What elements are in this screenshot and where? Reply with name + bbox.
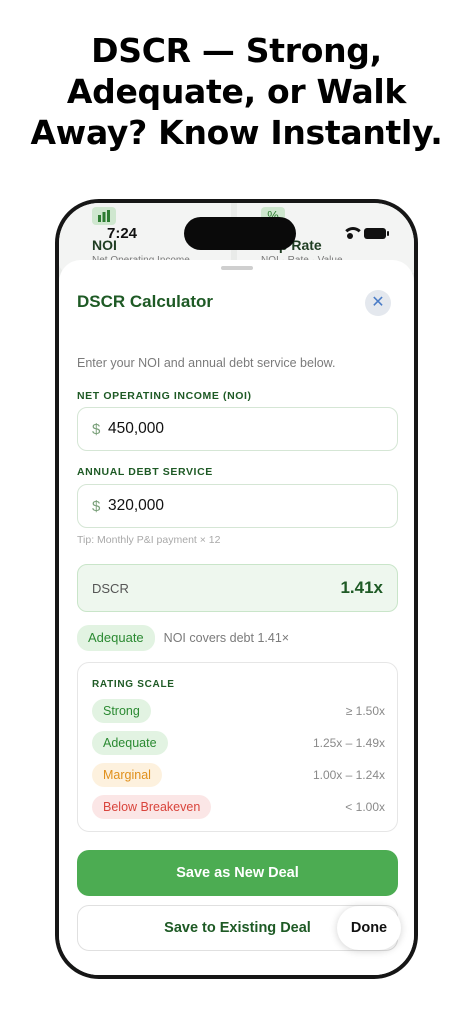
currency-symbol: $ <box>92 498 101 515</box>
rating-scale: RATING SCALE Strong ≥ 1.50x Adequate 1.2… <box>77 662 398 832</box>
dscr-result-label: DSCR <box>92 581 129 596</box>
rating-range: < 1.00x <box>345 800 385 814</box>
intro-text: Enter your NOI and annual debt service b… <box>77 356 336 370</box>
dscr-result: DSCR 1.41x <box>77 564 398 612</box>
noi-label: NET OPERATING INCOME (NOI) <box>77 390 252 402</box>
dscr-calculator-sheet: DSCR Calculator ✕ Enter your NOI and ann… <box>59 260 414 975</box>
rating-range: 1.25x – 1.49x <box>312 736 385 750</box>
rating-row-below-breakeven: Below Breakeven < 1.00x <box>92 795 385 819</box>
noi-input[interactable]: $ 450,000 <box>77 407 398 451</box>
dynamic-island <box>184 217 296 250</box>
rating-row-strong: Strong ≥ 1.50x <box>92 699 385 723</box>
bar-chart-icon <box>92 207 116 225</box>
headline-line-1: DSCR — Strong, <box>91 31 382 70</box>
rating-scale-title: RATING SCALE <box>92 679 175 690</box>
dscr-status: Adequate NOI covers debt 1.41× <box>77 625 289 651</box>
debt-service-input[interactable]: $ 320,000 <box>77 484 398 528</box>
battery-icon <box>364 227 389 239</box>
noi-value: 450,000 <box>108 420 165 437</box>
status-badge: Adequate <box>77 625 155 651</box>
sheet-title: DSCR Calculator <box>77 292 214 311</box>
rating-badge: Marginal <box>92 763 162 787</box>
currency-symbol: $ <box>92 421 101 438</box>
status-text: NOI covers debt 1.41× <box>163 631 290 645</box>
rating-range: ≥ 1.50x <box>345 704 385 718</box>
status-time: 7:24 <box>107 225 138 242</box>
status-icons <box>342 227 389 239</box>
rating-range: 1.00x – 1.24x <box>312 768 385 782</box>
done-button[interactable]: Done <box>337 906 401 950</box>
close-button[interactable]: ✕ <box>365 290 391 316</box>
tip-text: Tip: Monthly P&I payment × 12 <box>77 534 221 546</box>
headline-line-3: Away? Know Instantly. <box>30 113 443 152</box>
marketing-headline: DSCR — Strong, Adequate, or Walk Away? K… <box>0 30 473 153</box>
sheet-grabber[interactable] <box>221 266 253 270</box>
rating-badge: Below Breakeven <box>92 795 212 819</box>
rating-badge: Adequate <box>92 731 168 755</box>
phone-frame: 7:24 NOI Net Operating Income % Cap Rate… <box>55 199 418 979</box>
rating-row-adequate: Adequate 1.25x – 1.49x <box>92 731 385 755</box>
debt-service-label: ANNUAL DEBT SERVICE <box>77 466 213 478</box>
wifi-icon <box>342 227 364 239</box>
rating-row-marginal: Marginal 1.00x – 1.24x <box>92 763 385 787</box>
rating-badge: Strong <box>92 699 151 723</box>
debt-service-value: 320,000 <box>108 497 165 514</box>
dscr-result-value: 1.41x <box>340 578 383 597</box>
save-as-new-deal-button[interactable]: Save as New Deal <box>77 850 398 896</box>
headline-line-2: Adequate, or Walk <box>66 72 407 111</box>
